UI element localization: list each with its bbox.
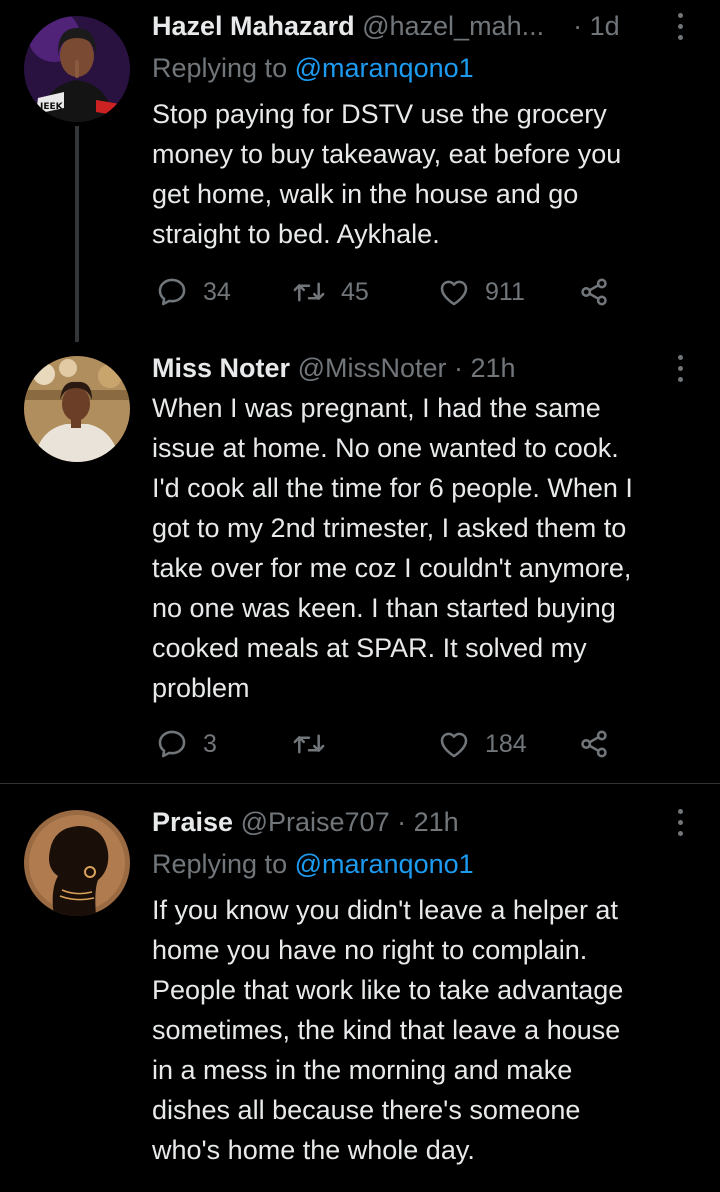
share-icon	[581, 730, 607, 758]
tweet-praise[interactable]: Praise @Praise707 · 21h Replying to @mar…	[0, 784, 720, 1192]
display-name[interactable]: Miss Noter	[152, 353, 290, 383]
timestamp[interactable]: 21h	[414, 807, 459, 837]
retweet-button[interactable]	[291, 722, 341, 766]
heart-icon	[440, 280, 468, 306]
tweet-text-line: straight to bed. Aykhale.	[152, 219, 440, 249]
tweet-text-line: Stop paying for DSTV use the grocery	[152, 99, 607, 129]
retweet-icon	[293, 734, 325, 754]
tweet-text-line: cooked meals at SPAR. It solved my	[152, 633, 587, 663]
reply-button[interactable]: 34	[155, 270, 231, 314]
tweet-text-line: no one was keen. I than started buying	[152, 593, 616, 623]
separator: ·	[573, 11, 583, 41]
tweet-text-line: issue at home. No one wanted to cook.	[152, 433, 619, 463]
user-handle[interactable]: @Praise707	[241, 807, 390, 837]
tweet-actions: 34 45 911	[155, 270, 625, 314]
heart-icon	[440, 732, 468, 758]
tweet-text-line: got to my 2nd trimester, I asked them to	[152, 513, 627, 543]
tweet-hazel[interactable]: JEEK Hazel Mahazard @hazel_mah... · 1d R…	[0, 0, 720, 342]
share-button[interactable]	[577, 722, 611, 766]
tweet-text: When I was pregnant, I had the same issu…	[152, 388, 697, 708]
like-button[interactable]: 911	[437, 270, 525, 314]
tweet-actions: 3 184	[155, 722, 625, 766]
share-icon	[581, 278, 607, 306]
replying-to-prefix: Replying to	[152, 849, 288, 879]
tweet-header: Miss Noter @MissNoter · 21h	[152, 348, 650, 388]
tweet-text-line: I'd cook all the time for 6 people. When…	[152, 473, 633, 503]
tweet-text-line: dishes all because there's someone	[152, 1095, 581, 1125]
svg-text:JEEK: JEEK	[39, 102, 64, 112]
tweet-text-line: People that work like to take advantage	[152, 975, 624, 1005]
like-button[interactable]: 184	[437, 722, 527, 766]
replying-to-mention[interactable]: @maranqono1	[295, 849, 474, 879]
tweet-text: Stop paying for DSTV use the grocery mon…	[152, 94, 697, 254]
tweet-text-line: When I was pregnant, I had the same	[152, 393, 601, 423]
reply-count: 34	[203, 277, 231, 306]
timestamp[interactable]: 1d	[590, 11, 620, 41]
tweet-text-line: who's home the whole day.	[152, 1135, 475, 1165]
more-vertical-icon	[677, 12, 683, 40]
user-handle[interactable]: @MissNoter	[298, 353, 447, 383]
retweet-count: 45	[341, 277, 369, 306]
replying-to-prefix: Replying to	[152, 53, 288, 83]
like-count: 184	[485, 729, 527, 758]
replying-to: Replying to @maranqono1	[152, 48, 474, 88]
tweet-text-line: problem	[152, 673, 250, 703]
separator: ·	[397, 807, 407, 837]
tweet-text-line: take over for me coz I couldn't anymore,	[152, 553, 632, 583]
more-vertical-icon	[677, 354, 683, 382]
tweet-text-line: home you have no right to complain.	[152, 935, 588, 965]
more-options-button[interactable]	[668, 348, 692, 388]
more-options-button[interactable]	[668, 802, 692, 842]
tweet-text-line: If you know you didn't leave a helper at	[152, 895, 618, 925]
avatar[interactable]	[24, 810, 130, 916]
reply-icon	[158, 278, 186, 306]
tweet-header: Hazel Mahazard @hazel_mah... · 1d	[152, 6, 650, 46]
more-options-button[interactable]	[668, 6, 692, 46]
avatar-image: JEEK	[24, 16, 130, 122]
user-handle[interactable]: @hazel_mah...	[362, 11, 544, 41]
avatar-image	[24, 810, 130, 916]
avatar-image	[24, 356, 130, 462]
tweet-text-line: in a mess in the morning and make	[152, 1055, 573, 1085]
more-vertical-icon	[677, 808, 683, 836]
reply-icon	[158, 730, 186, 758]
share-button[interactable]	[577, 270, 611, 314]
replying-to: Replying to @maranqono1	[152, 844, 474, 884]
tweet-miss-noter[interactable]: Miss Noter @MissNoter · 21h When I was p…	[0, 340, 720, 782]
display-name[interactable]: Hazel Mahazard	[152, 11, 355, 41]
tweet-text-line: get home, walk in the house and go	[152, 179, 579, 209]
replying-to-mention[interactable]: @maranqono1	[295, 53, 474, 83]
retweet-icon	[293, 282, 325, 302]
thread-line	[75, 126, 79, 342]
reply-count: 3	[203, 729, 217, 758]
reply-button[interactable]: 3	[155, 722, 217, 766]
display-name[interactable]: Praise	[152, 807, 233, 837]
tweet-text-line: money to buy takeaway, eat before you	[152, 139, 622, 169]
tweet-text-line: sometimes, the kind that leave a house	[152, 1015, 621, 1045]
separator: ·	[454, 353, 463, 383]
like-count: 911	[485, 277, 525, 306]
avatar[interactable]: JEEK	[24, 16, 130, 122]
tweet-text: If you know you didn't leave a helper at…	[152, 890, 697, 1170]
timestamp[interactable]: 21h	[471, 353, 516, 383]
avatar[interactable]	[24, 356, 130, 462]
retweet-button[interactable]: 45	[291, 270, 369, 314]
tweet-header: Praise @Praise707 · 21h	[152, 802, 650, 842]
